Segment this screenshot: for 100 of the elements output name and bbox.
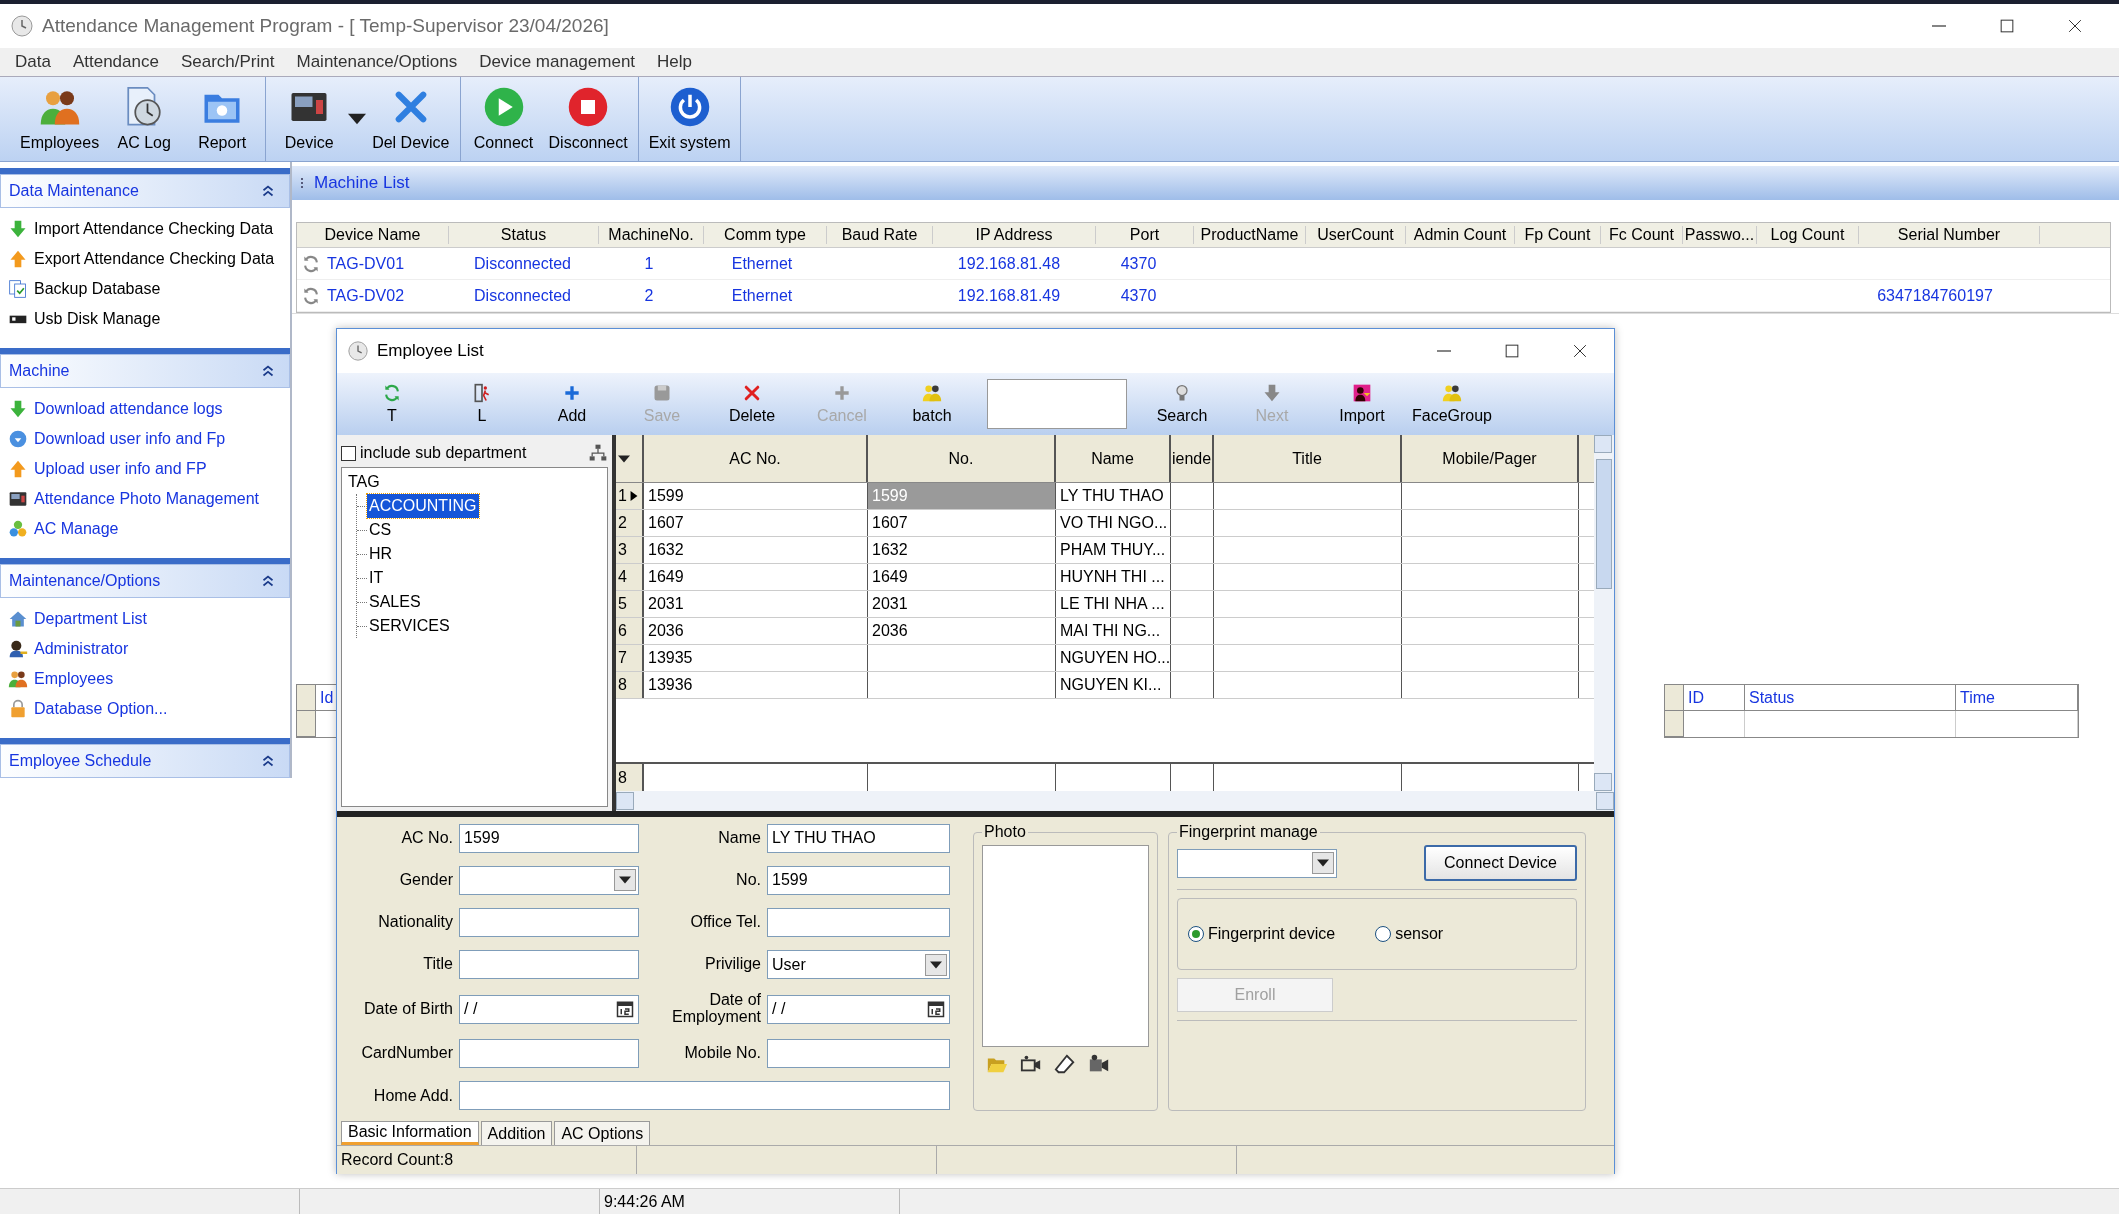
toolbar-button[interactable]: Add — [527, 383, 617, 425]
sidebar-item[interactable]: Database Option... — [4, 694, 172, 724]
section-header[interactable]: Maintenance/Options — [0, 564, 290, 598]
column-header[interactable]: ID — [1684, 685, 1745, 711]
menu-item[interactable]: Maintenance/Options — [285, 52, 469, 72]
play-icon — [482, 86, 525, 128]
column-header[interactable]: Status — [449, 226, 599, 244]
column-header[interactable]: Name — [1056, 435, 1171, 482]
column-header[interactable]: Status — [1745, 685, 1956, 711]
column-header[interactable]: Fc Count — [1601, 226, 1683, 244]
column-header[interactable]: Baud Rate — [827, 226, 933, 244]
column-header[interactable]: MachineNo. — [599, 226, 704, 244]
text-field[interactable] — [767, 908, 950, 937]
toolbar-button[interactable]: Exit system — [642, 86, 737, 152]
text-field[interactable]: 1599 — [767, 865, 950, 895]
sidebar-item[interactable]: Employees — [4, 664, 118, 694]
tree-item[interactable]: IT — [367, 566, 386, 590]
sidebar-item[interactable]: Upload user info and FP — [4, 454, 211, 484]
sidebar-item[interactable]: Department List — [4, 604, 151, 634]
text-field[interactable] — [459, 950, 639, 980]
sidebar-item[interactable]: AC Manage — [4, 514, 123, 544]
radio-option[interactable]: Fingerprint device — [1188, 925, 1336, 943]
column-header[interactable]: IP Address — [933, 226, 1096, 244]
search-field[interactable] — [987, 379, 1127, 429]
dropdown-field[interactable] — [459, 865, 639, 895]
toolbar-button[interactable]: FaceGroup — [1407, 383, 1497, 425]
column-header[interactable]: AC No. — [644, 435, 868, 482]
menu-item[interactable]: Data — [4, 52, 62, 72]
text-field[interactable] — [459, 1081, 950, 1111]
toolbar-button[interactable]: Device — [270, 86, 349, 152]
horizontal-scrollbar[interactable] — [616, 791, 1614, 811]
connect-device-button[interactable]: Connect Device — [1424, 845, 1577, 881]
column-header[interactable]: Port — [1096, 226, 1194, 244]
toolbar-button[interactable]: Del Device — [366, 86, 456, 152]
toolbar-button[interactable]: Delete — [707, 383, 797, 425]
table-cell: 1599 — [872, 487, 908, 504]
text-field[interactable]: 1599 — [459, 823, 639, 853]
toolbar-button[interactable]: batch — [887, 383, 977, 425]
sidebar-item[interactable]: Download user info and Fp — [4, 424, 230, 454]
tree-item[interactable]: HR — [367, 542, 395, 566]
toolbar-button[interactable]: Employees — [14, 86, 106, 152]
dropdown-field[interactable] — [1177, 848, 1337, 878]
tree-item[interactable]: ACCOUNTING — [367, 494, 479, 518]
menu-item[interactable]: Help — [646, 52, 704, 72]
toolbar-button[interactable]: Search — [1137, 383, 1227, 425]
text-field[interactable] — [459, 908, 639, 937]
toolbar-button[interactable]: Report — [183, 86, 262, 152]
column-header[interactable]: Serial Number — [1859, 226, 2040, 244]
tab[interactable]: Basic Information — [341, 1121, 479, 1145]
column-header[interactable]: Passwo... — [1683, 226, 1757, 244]
text-field[interactable]: LY THU THAO — [767, 823, 950, 853]
toolbar-button[interactable]: Import — [1317, 383, 1407, 425]
tab[interactable]: AC Options — [554, 1121, 651, 1145]
column-header[interactable]: Device Name — [297, 226, 449, 244]
text-field[interactable] — [767, 1039, 950, 1069]
table-cell: HUYNH THI ... — [1060, 568, 1165, 585]
sidebar-item[interactable]: Export Attendance Checking Data — [4, 244, 279, 274]
toolbar-button[interactable]: Disconnect — [542, 86, 634, 152]
table-cell: 1649 — [872, 568, 908, 585]
column-header[interactable]: Time — [1956, 685, 2078, 711]
row-number: 6 — [618, 622, 627, 640]
sidebar-item[interactable]: Download attendance logs — [4, 394, 227, 424]
toolbar-button[interactable]: Connect — [464, 86, 543, 152]
sidebar-item[interactable]: Administrator — [4, 634, 133, 664]
field-label: Title — [422, 956, 453, 974]
tree-item[interactable]: TAG — [346, 470, 382, 494]
column-header[interactable]: UserCount — [1306, 226, 1406, 244]
text-field[interactable] — [459, 1039, 639, 1069]
column-header[interactable]: Log Count — [1757, 226, 1859, 244]
field-label: Name — [717, 829, 761, 847]
tree-item[interactable]: SERVICES — [367, 614, 452, 638]
section-header[interactable]: Machine — [0, 354, 290, 388]
sidebar-item[interactable]: Backup Database — [4, 274, 165, 304]
column-header[interactable]: Title — [1214, 435, 1402, 482]
toolbar-button[interactable]: L — [437, 383, 527, 425]
menu-item[interactable]: Attendance — [61, 52, 170, 72]
column-header[interactable]: Comm type — [704, 226, 827, 244]
tree-item[interactable]: SALES — [367, 590, 423, 614]
tab[interactable]: Addition — [480, 1121, 553, 1145]
column-header[interactable]: ProductName — [1194, 226, 1306, 244]
menu-item[interactable]: Search/Print — [169, 52, 286, 72]
toolbar-button[interactable]: T — [347, 383, 437, 425]
column-header[interactable]: Fp Count — [1515, 226, 1601, 244]
date-field[interactable]: / / — [767, 994, 950, 1024]
sidebar-item[interactable]: Usb Disk Manage — [4, 304, 165, 334]
tree-item[interactable]: CS — [367, 518, 394, 542]
checkbox[interactable] — [341, 445, 356, 461]
column-header[interactable]: Admin Count — [1406, 226, 1515, 244]
sidebar-item[interactable]: Import Attendance Checking Data — [4, 214, 278, 244]
column-header[interactable]: iende — [1171, 435, 1214, 482]
column-header[interactable]: Mobile/Pager — [1402, 435, 1579, 482]
section-header[interactable]: Employee Schedule — [0, 744, 290, 778]
dropdown-field[interactable]: User — [767, 950, 950, 980]
date-field[interactable]: / / — [459, 994, 639, 1024]
sidebar-item[interactable]: Attendance Photo Management — [4, 484, 264, 514]
vertical-scrollbar[interactable] — [1594, 435, 1614, 791]
radio-option[interactable]: sensor — [1375, 925, 1444, 943]
menu-item[interactable]: Device management — [468, 52, 647, 72]
toolbar-button[interactable]: AC Log — [105, 86, 184, 152]
section-header[interactable]: Data Maintenance — [0, 174, 290, 208]
